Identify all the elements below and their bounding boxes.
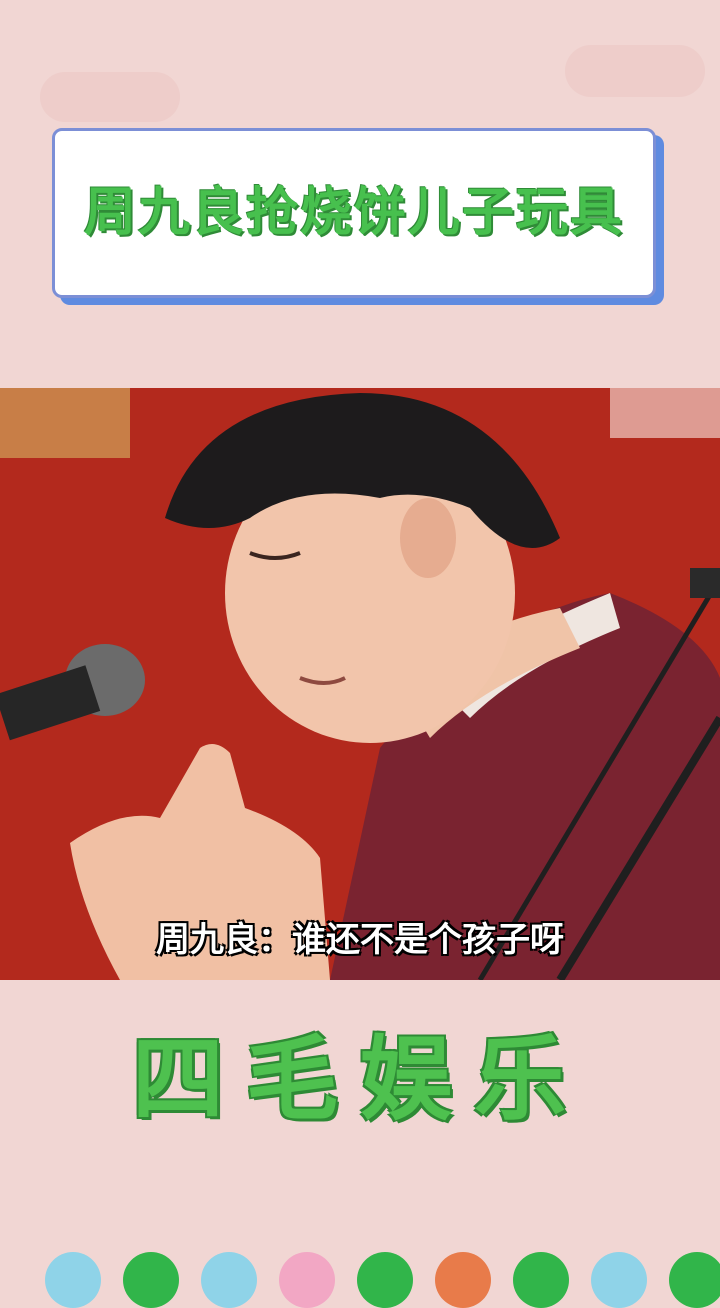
decorative-dot (123, 1252, 179, 1308)
decorative-dot (513, 1252, 569, 1308)
cloud-decoration-right (565, 45, 705, 97)
title-card: 周九良抢烧饼儿子玩具 (52, 128, 656, 298)
decorative-dot (435, 1252, 491, 1308)
decorative-dot (669, 1252, 720, 1308)
cloud-decoration-left (40, 72, 180, 122)
video-title: 周九良抢烧饼儿子玩具 (83, 183, 624, 243)
decorative-dots-row (0, 1252, 720, 1308)
decorative-dot (45, 1252, 101, 1308)
decorative-dot (279, 1252, 335, 1308)
video-subtitle: 周九良：谁还不是个孩子呀 (156, 920, 564, 960)
decorative-dot (357, 1252, 413, 1308)
brand-logo-text: 四毛娱乐 (131, 1026, 588, 1133)
decorative-dot (201, 1252, 257, 1308)
video-frame[interactable] (0, 388, 720, 980)
video-still-image (0, 388, 720, 980)
decorative-dot (591, 1252, 647, 1308)
